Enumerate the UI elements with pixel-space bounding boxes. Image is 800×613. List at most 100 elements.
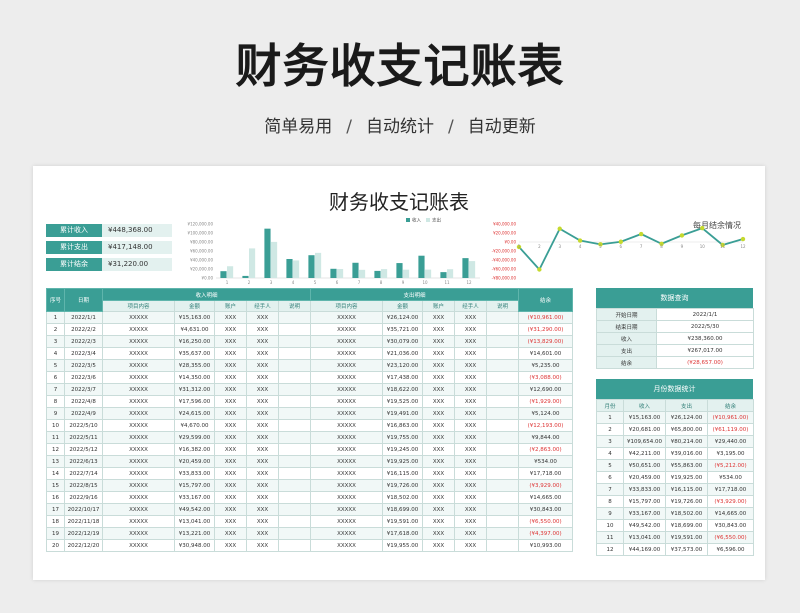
table-row: 9 ¥33,167.00 ¥18,502.00 ¥14,665.00 [596,507,754,520]
cell-income-item: XXXXX [102,431,175,444]
cell-seq: 20 [46,539,65,552]
monthly-col-header: 月份 [596,399,624,412]
cell-balance: (¥13,829.00) [518,335,573,348]
x-tick-label: 3 [270,280,273,285]
cell-income-amount: ¥16,250.00 [174,335,215,348]
monthly-cell: ¥15,163.00 [623,411,666,424]
cell-expense-account: XXX [422,347,455,360]
cell-expense-amount: ¥35,721.00 [382,323,423,336]
cell-income-handler: XXX [246,335,279,348]
bar-expense [337,269,344,278]
monthly-col-header: 支出 [665,399,708,412]
col-balance: 结余 [518,288,573,312]
query-label: 收入 [596,332,657,345]
x-tick-label: 11 [444,280,450,285]
query-row: 开始日期 2022/1/1 [596,308,754,321]
cell-expense-note [486,311,519,324]
monthly-cell: ¥30,843.00 [707,519,754,532]
cell-date: 2022/7/14 [64,467,103,480]
col-income-account: 账户 [214,300,247,312]
legend-swatch-income [406,218,410,222]
query-value: (¥28,657.00) [656,356,754,369]
cell-expense-item: XXXXX [310,539,383,552]
cell-balance: (¥3,088.00) [518,371,573,384]
cell-expense-item: XXXXX [310,323,383,336]
summary-panel: 累计收入 ¥448,368.00 累计支出 ¥417,148.00 累计结余 ¥31,… [46,224,172,275]
cell-income-account: XXX [214,503,247,516]
bar-income [330,268,337,278]
cell-seq: 8 [46,395,65,408]
monthly-cell: ¥80,214.00 [665,435,708,448]
cell-expense-amount: ¥19,955.00 [382,539,423,552]
table-row: 11 2022/5/11 XXXXX ¥29,599.00 XXX XXX XXXXX ¥19… [46,431,573,444]
cell-expense-item: XXXXX [310,311,383,324]
cell-expense-item: XXXXX [310,395,383,408]
cell-income-note [278,515,311,528]
cell-income-note [278,491,311,504]
y-tick-label: ¥60,000.00 [190,249,213,254]
cell-income-handler: XXX [246,371,279,384]
cell-expense-note [486,467,519,480]
query-row: 结束日期 2022/5/30 [596,320,754,333]
cell-expense-note [486,323,519,336]
cell-expense-account: XXX [422,359,455,372]
summary-label: 累计结余 [46,258,102,271]
cell-income-amount: ¥16,382.00 [174,443,215,456]
col-income-handler: 经手人 [246,300,279,312]
query-label: 开始日期 [596,308,657,321]
monthly-col-header: 结余 [707,399,754,412]
cell-seq: 10 [46,419,65,432]
cell-income-item: XXXXX [102,527,175,540]
summary-value: ¥448,368.00 [102,224,172,237]
cell-date: 2022/2/3 [64,335,103,348]
cell-expense-amount: ¥17,618.00 [382,527,423,540]
cell-date: 2022/3/5 [64,359,103,372]
query-value: ¥238,360.00 [656,332,754,345]
monthly-col-header: 收入 [623,399,666,412]
cell-seq: 6 [46,371,65,384]
monthly-cell: 7 [596,483,624,496]
cell-expense-item: XXXXX [310,503,383,516]
cell-income-item: XXXXX [102,323,175,336]
cell-expense-item: XXXXX [310,467,383,480]
x-tick-label: 6 [620,244,623,249]
cell-balance: (¥1,929.00) [518,395,573,408]
query-row: 结余 (¥28,657.00) [596,356,754,369]
x-tick-label: 9 [681,244,684,249]
cell-balance: ¥30,843.00 [518,503,573,516]
monthly-cell: ¥6,596.00 [707,543,754,556]
cell-seq: 1 [46,311,65,324]
monthly-cell: ¥15,797.00 [623,495,666,508]
hero-subtitle: 简单易用 / 自动统计 / 自动更新 [0,112,800,137]
table-row: 6 2022/3/6 XXXXX ¥14,350.00 XXX XXX XXXXX ¥17,4… [46,371,573,384]
cell-expense-note [486,479,519,492]
cell-income-account: XXX [214,371,247,384]
table-row: 8 ¥15,797.00 ¥19,726.00 (¥3,929.00) [596,495,754,508]
y-tick-label: ¥100,000.00 [188,231,214,236]
cell-income-item: XXXXX [102,443,175,456]
bar-income [396,263,403,278]
monthly-cell: (¥6,550.00) [707,531,754,544]
cell-income-item: XXXXX [102,311,175,324]
table-row: 20 2022/12/20 XXXXX ¥30,948.00 XXX XXX XXXXX ¥1… [46,539,573,552]
cell-date: 2022/10/17 [64,503,103,516]
cell-income-amount: ¥31,312.00 [174,383,215,396]
monthly-cell: ¥44,169.00 [623,543,666,556]
table-row: 1 2022/1/1 XXXXX ¥15,163.00 XXX XXX XXXXX ¥26,1… [46,311,573,324]
cell-income-account: XXX [214,359,247,372]
cell-income-item: XXXXX [102,395,175,408]
col-date: 日期 [64,288,103,312]
y-tick-label: ¥40,000.00 [493,222,516,227]
cell-date: 2022/12/19 [64,527,103,540]
cell-seq: 5 [46,359,65,372]
cell-income-amount: ¥28,355.00 [174,359,215,372]
cell-income-amount: ¥4,670.00 [174,419,215,432]
cell-expense-account: XXX [422,527,455,540]
monthly-cell: ¥29,440.00 [707,435,754,448]
separator: / [448,117,454,137]
cell-expense-amount: ¥19,591.00 [382,515,423,528]
cell-expense-note [486,539,519,552]
table-row: 5 ¥50,651.00 ¥55,863.00 (¥5,212.00) [596,459,754,472]
summary-expense: 累计支出 ¥417,148.00 [46,241,172,254]
cell-expense-handler: XXX [454,515,487,528]
